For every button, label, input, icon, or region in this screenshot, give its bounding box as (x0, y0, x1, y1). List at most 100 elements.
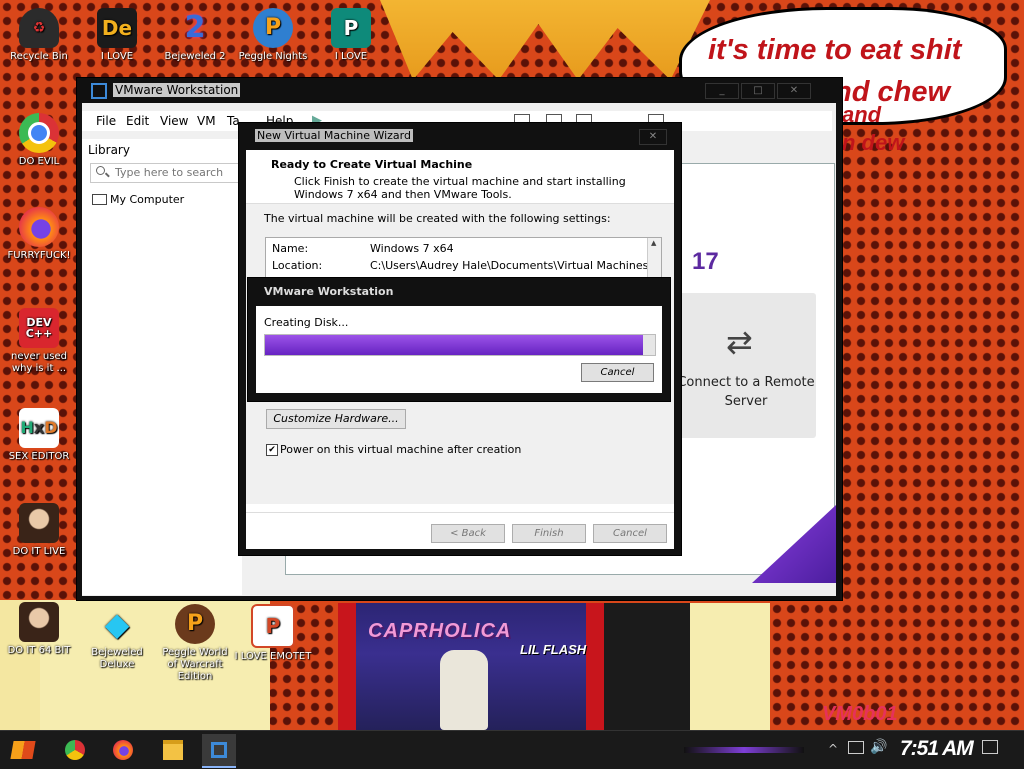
menu-view[interactable]: View (160, 114, 188, 128)
menu-file[interactable]: File (96, 114, 116, 128)
wizard-subheading: Click Finish to create the virtual machi… (294, 175, 626, 201)
progress-fill (265, 335, 644, 355)
vmware-icon (211, 742, 227, 758)
hxd-icon: HxD (19, 408, 59, 448)
menu-vm[interactable]: VM (197, 114, 216, 128)
setting-key: Name: (272, 242, 309, 255)
portrait-icon (19, 503, 59, 543)
desktop-icon-peggle-nights[interactable]: P Peggle Nights (234, 8, 312, 63)
library-item-my-computer[interactable]: My Computer (92, 193, 185, 206)
scroll-up-icon[interactable]: ▲ (651, 239, 656, 247)
close-button[interactable]: ✕ (639, 129, 667, 145)
wallpaper-tag: VM0b01 (822, 703, 898, 725)
desktop-icon-label: Bejeweled Deluxe (91, 647, 143, 670)
taskbar: ^ 🔊 7:51 AM (0, 730, 1024, 769)
customize-hardware-button[interactable]: Customize Hardware... (266, 409, 406, 429)
wizard-title: New Virtual Machine Wizard (255, 129, 413, 142)
desktop-icon-do-it-live[interactable]: DO IT LIVE (0, 503, 78, 558)
desktop-icon-hxd[interactable]: HxD SEX EDITOR (0, 408, 78, 463)
taskbar-firefox[interactable] (106, 734, 140, 766)
scrollbar[interactable]: ▲ (647, 238, 661, 278)
powerpoint-icon: P (251, 604, 295, 648)
start-icon (10, 741, 36, 759)
desktop-icon-label: I LOVE (100, 51, 134, 62)
desktop-icon-de[interactable]: De I LOVE (78, 8, 156, 63)
divider (246, 512, 674, 513)
desktop-icon-label: I LOVE EMOTET (234, 651, 312, 662)
progress-body: Creating Disk... Cancel (256, 306, 662, 393)
chevron-up-icon[interactable]: ^ (828, 742, 838, 756)
desktop-icon-bejeweled-deluxe[interactable]: ◆ Bejeweled Deluxe (78, 604, 156, 671)
library-panel: Library My Computer (82, 139, 242, 595)
desktop-icon-emotet[interactable]: P I LOVE EMOTET (234, 604, 312, 663)
speech-line-4: n dew (842, 130, 905, 155)
version-label: 17 (692, 248, 719, 275)
firefox-icon (19, 207, 59, 247)
taskbar-chrome[interactable] (58, 734, 92, 766)
start-button[interactable] (6, 734, 40, 766)
desktop-icon-label: FURRYFUCK! (7, 250, 71, 261)
power-on-label: Power on this virtual machine after crea… (280, 443, 522, 456)
cancel-button[interactable]: Cancel (581, 363, 654, 382)
progress-title: VMware Workstation (264, 285, 394, 298)
progress-dialog: VMware Workstation Creating Disk... Canc… (247, 277, 671, 402)
bejeweled2-icon: 2 (184, 10, 206, 45)
taskbar-file-explorer[interactable] (156, 734, 190, 766)
cancel-button[interactable]: Cancel (593, 524, 667, 543)
desktop-icon-do-evil[interactable]: DO EVIL (0, 113, 78, 168)
desktop-icon-label: DO IT 64 BIT (7, 645, 71, 656)
desktop-icon-label: DO IT LIVE (12, 546, 66, 557)
library-heading: Library (88, 143, 130, 157)
remote-server-label: Connect to a Remote Server (677, 375, 815, 409)
setting-value: C:\Users\Audrey Hale\Documents\Virtual M… (370, 259, 662, 272)
search-icon (96, 166, 105, 175)
desktop-icon-peggle-wow[interactable]: P Peggle World of Warcraft Edition (156, 604, 234, 683)
speech-line-1: it's time to eat shit (708, 34, 962, 66)
library-item-label: My Computer (110, 193, 185, 206)
setting-key: Location: (272, 259, 323, 272)
setting-value: Windows 7 x64 (370, 242, 454, 255)
search-input[interactable] (113, 165, 242, 180)
vmware-window-title: VMware Workstation (113, 83, 241, 97)
desktop-icon-publisher[interactable]: P I LOVE (312, 8, 390, 63)
desktop-icon-do-it-64[interactable]: DO IT 64 BIT (0, 602, 78, 657)
portrait-64-icon (19, 602, 59, 642)
desktop-icon-label: never used why is it ... (11, 351, 67, 374)
progress-bar (264, 334, 656, 356)
album-subtitle: LIL FLASH (520, 642, 587, 657)
back-button[interactable]: < Back (431, 524, 505, 543)
minimize-button[interactable]: _ (705, 83, 739, 99)
desktop-icon-dev-cpp[interactable]: DEV C++ never used why is it ... (0, 308, 78, 375)
power-on-checkbox[interactable]: ✔ (266, 444, 278, 456)
de-icon: De (97, 8, 137, 48)
swap-arrows-icon: ⇄ (726, 323, 753, 361)
close-button[interactable]: ✕ (777, 83, 811, 99)
network-icon[interactable] (848, 741, 864, 754)
wallpaper-panel (690, 603, 770, 730)
file-explorer-icon (163, 740, 183, 760)
vmware-titlebar[interactable]: VMware Workstation _ □ ✕ (77, 78, 842, 103)
desktop-icon-label: Peggle Nights (238, 51, 308, 62)
desktop-icon-recycle-bin[interactable]: ♻ Recycle Bin (0, 8, 78, 63)
desktop-icon-label: I LOVE (334, 51, 368, 62)
wizard-intro: The virtual machine will be created with… (264, 212, 611, 225)
chrome-icon (19, 113, 59, 153)
finish-button[interactable]: Finish (512, 524, 586, 543)
volume-icon[interactable]: 🔊 (870, 739, 887, 755)
maximize-button[interactable]: □ (741, 83, 775, 99)
desktop-icon-firefox[interactable]: FURRYFUCK! (0, 207, 78, 262)
clock[interactable]: 7:51 AM (900, 737, 974, 761)
notification-icon[interactable] (982, 740, 998, 754)
peggle-icon: P (253, 8, 293, 48)
computer-icon (92, 194, 107, 205)
desktop-icon-label: Bejeweled 2 (164, 51, 226, 62)
settings-list[interactable]: Name: Windows 7 x64 Location: C:\Users\A… (265, 237, 662, 279)
desktop-icon-label: DO EVIL (18, 156, 60, 167)
connect-remote-server-card[interactable]: ⇄ Connect to a Remote Server (676, 293, 816, 438)
desktop-icon-bejeweled-2[interactable]: 2 Bejeweled 2 (156, 8, 234, 63)
library-search[interactable] (90, 163, 242, 183)
menu-edit[interactable]: Edit (126, 114, 149, 128)
desktop-icon-label: SEX EDITOR (8, 451, 70, 462)
taskbar-vmware[interactable] (202, 734, 236, 768)
wizard-heading: Ready to Create Virtual Machine (271, 158, 473, 171)
